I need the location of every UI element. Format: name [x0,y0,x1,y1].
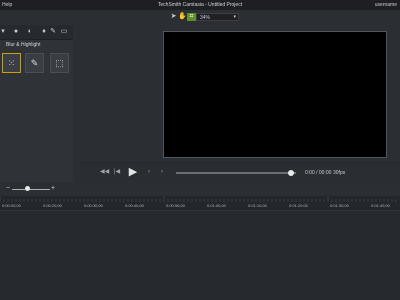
select-arrow-icon[interactable]: ➤ [169,13,178,21]
preview-canvas[interactable] [163,31,387,158]
animations-icon[interactable]: ♦ [40,28,48,36]
fps-readout: 30fps [333,170,346,176]
ruler-label: 0:01:30;00 [330,203,349,208]
step-back-icon[interactable]: ◀◀ [100,168,109,176]
user-name[interactable]: username [375,3,397,8]
ruler-label: 0:01:20;00 [289,203,308,208]
zoom-select[interactable]: 34% ▾ [196,13,239,21]
time-readout: 0:00 / 00:00 [305,170,332,176]
play-icon[interactable]: ▶ [127,166,139,178]
ruler-label: 0:00:00;00 [2,203,21,208]
previous-frame-icon[interactable]: |◀ [113,168,121,176]
ruler-label: 0:00:40;00 [125,203,144,208]
zoom-value: 34% [200,15,211,21]
zoom-out-icon[interactable]: − [6,185,10,192]
tools-panel [0,25,73,195]
blur-tool-icon: ⁙ [7,57,16,68]
spotlight-tool-icon: ⬚ [55,57,64,68]
timeline-tracks[interactable] [0,211,400,300]
more-icon[interactable]: ▭ [60,28,68,36]
ruler-label: 0:00:20;00 [43,203,62,208]
previous-marker-icon[interactable]: ‹ [145,168,153,176]
spotlight-tool[interactable]: ⬚ [50,53,69,73]
ruler-label: 0:00:50;00 [166,203,185,208]
cursor-effects-icon[interactable]: ✎ [49,28,57,36]
timeline-controls [0,182,400,196]
chevron-down-icon: ▾ [233,14,236,20]
ruler-label: 0:01:10;00 [248,203,267,208]
blur-tool[interactable]: ⁙ [2,53,21,73]
ruler-label: 0:01:00;00 [207,203,226,208]
ruler-label: 0:00:30;00 [84,203,103,208]
annotations-icon[interactable]: ● [12,28,20,36]
pan-hand-icon[interactable]: ✋ [178,13,187,21]
timeline-zoom-track[interactable] [12,189,50,190]
window-title: TechSmith Camtasia - Untitled Project [157,2,243,8]
media-icon[interactable]: ▾ [0,28,7,36]
ruler-ticks [0,196,397,202]
next-marker-icon[interactable]: › [158,168,166,176]
ruler-label: 0:01:40;00 [371,203,390,208]
behaviors-icon[interactable]: ◐ [26,28,34,36]
crop-icon[interactable]: ⌗ [187,13,196,21]
pen-tool[interactable]: ✎ [25,53,44,73]
panel-title: Blur & Highlight [6,42,41,48]
pen-tool-icon: ✎ [30,57,39,68]
scrubber-track[interactable] [176,172,296,174]
zoom-in-icon[interactable]: + [51,185,55,192]
